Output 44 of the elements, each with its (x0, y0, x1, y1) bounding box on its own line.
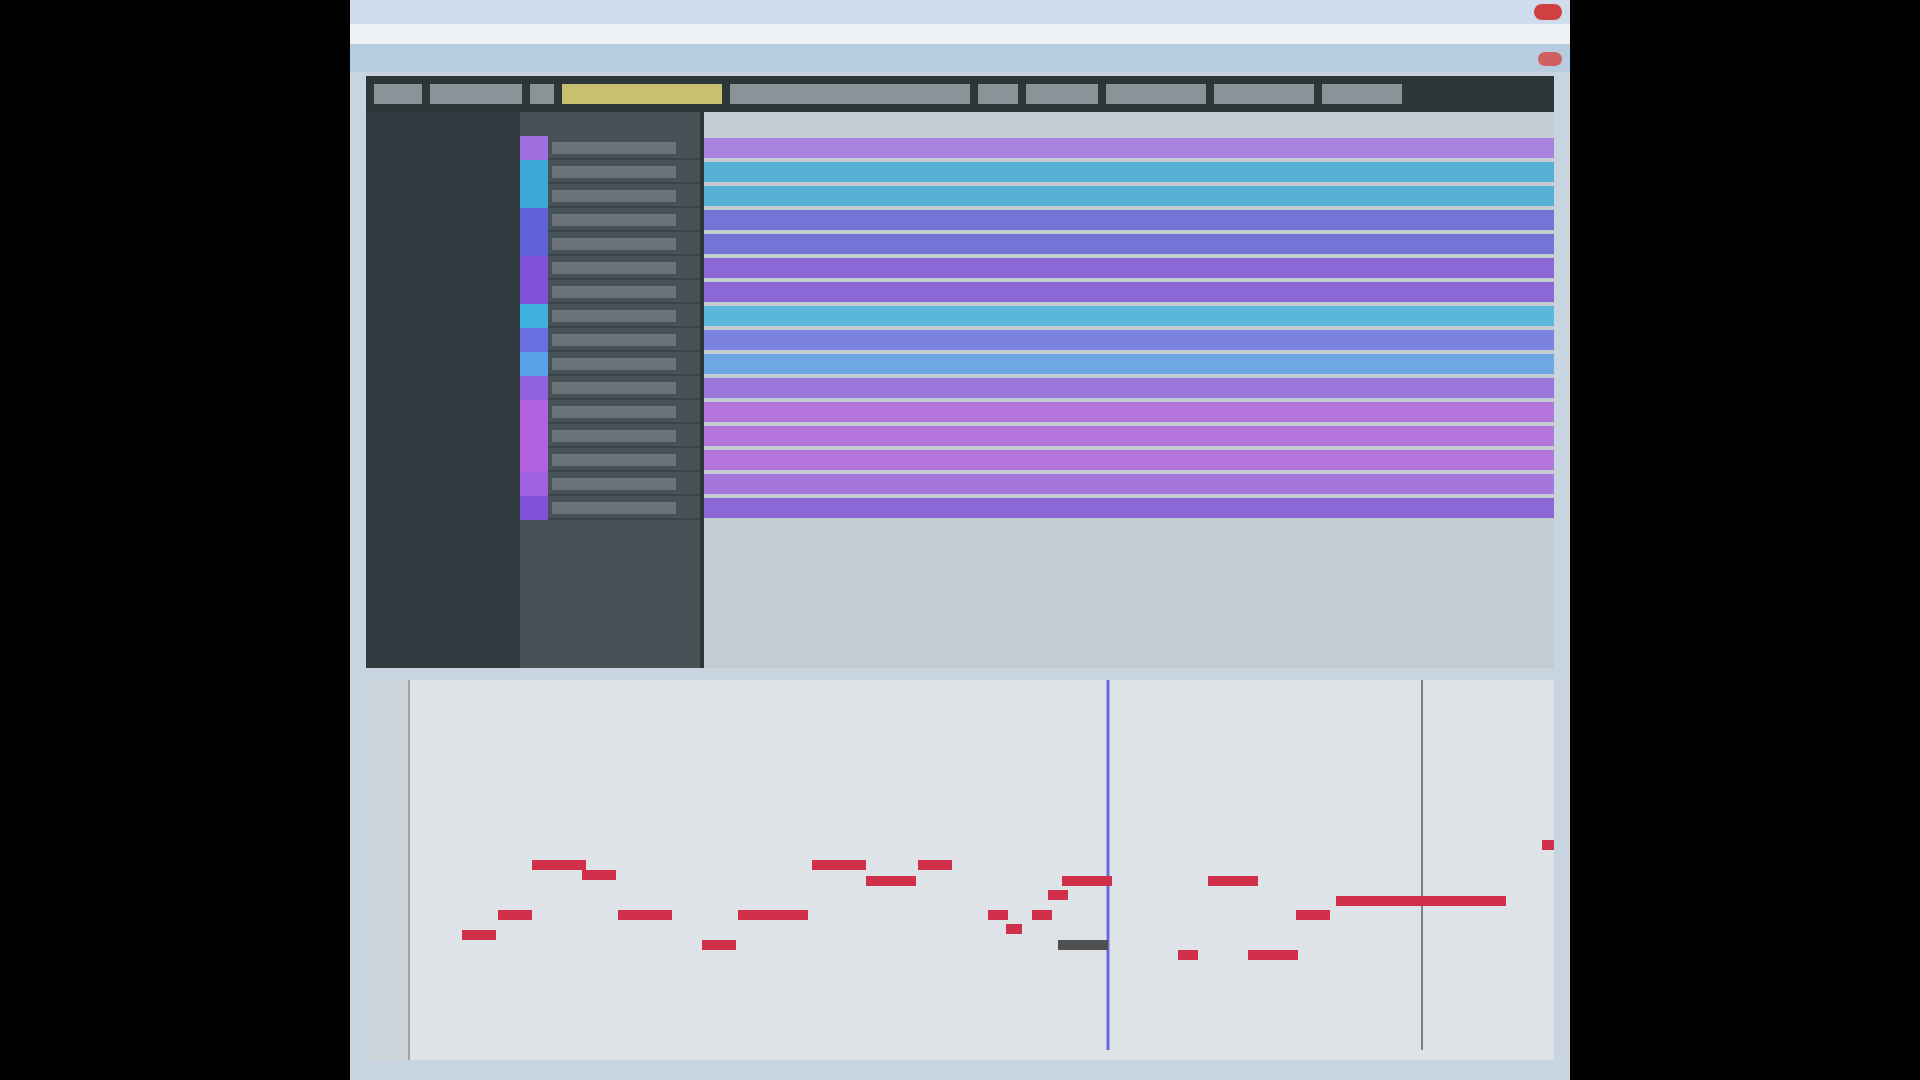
track-header[interactable] (552, 309, 676, 321)
track-header[interactable] (552, 357, 676, 369)
track-header[interactable] (552, 477, 676, 489)
track-header[interactable] (552, 453, 676, 465)
toolbar-button[interactable] (978, 84, 1018, 104)
close-icon[interactable] (1534, 4, 1562, 20)
close-icon[interactable] (1538, 51, 1562, 65)
audio-clip[interactable] (704, 354, 1554, 374)
audio-clip[interactable] (704, 378, 1554, 398)
track-header[interactable] (552, 285, 676, 297)
audio-clip[interactable] (704, 306, 1554, 326)
audio-clip[interactable] (704, 498, 1554, 518)
toolbar-button[interactable] (530, 84, 554, 104)
toolbar-button[interactable] (1214, 84, 1314, 104)
audio-clip[interactable] (704, 282, 1554, 302)
track-header[interactable] (552, 165, 676, 177)
audio-clip[interactable] (704, 450, 1554, 470)
track-header[interactable] (552, 333, 676, 345)
audio-clip[interactable] (704, 258, 1554, 278)
audio-clip[interactable] (704, 426, 1554, 446)
audio-clip[interactable] (704, 402, 1554, 422)
toolbar-button[interactable] (562, 84, 722, 104)
audio-clip[interactable] (704, 210, 1554, 230)
audio-clip[interactable] (704, 234, 1554, 254)
toolbar-button[interactable] (730, 84, 970, 104)
track-header[interactable] (552, 405, 676, 417)
track-header[interactable] (552, 429, 676, 441)
track-header[interactable] (552, 141, 676, 153)
audio-clip[interactable] (704, 474, 1554, 494)
track-header[interactable] (552, 261, 676, 273)
audio-clip[interactable] (704, 186, 1554, 206)
audio-clip[interactable] (704, 138, 1554, 158)
toolbar-button[interactable] (1106, 84, 1206, 104)
toolbar-button[interactable] (430, 84, 522, 104)
audio-clip[interactable] (704, 330, 1554, 350)
track-header[interactable] (552, 213, 676, 225)
toolbar-button[interactable] (1322, 84, 1402, 104)
track-header[interactable] (552, 501, 676, 513)
track-header[interactable] (552, 237, 676, 249)
audio-clip[interactable] (704, 162, 1554, 182)
track-header[interactable] (552, 189, 676, 201)
track-header[interactable] (552, 381, 676, 393)
toolbar-button[interactable] (1026, 84, 1098, 104)
toolbar-button[interactable] (374, 84, 422, 104)
